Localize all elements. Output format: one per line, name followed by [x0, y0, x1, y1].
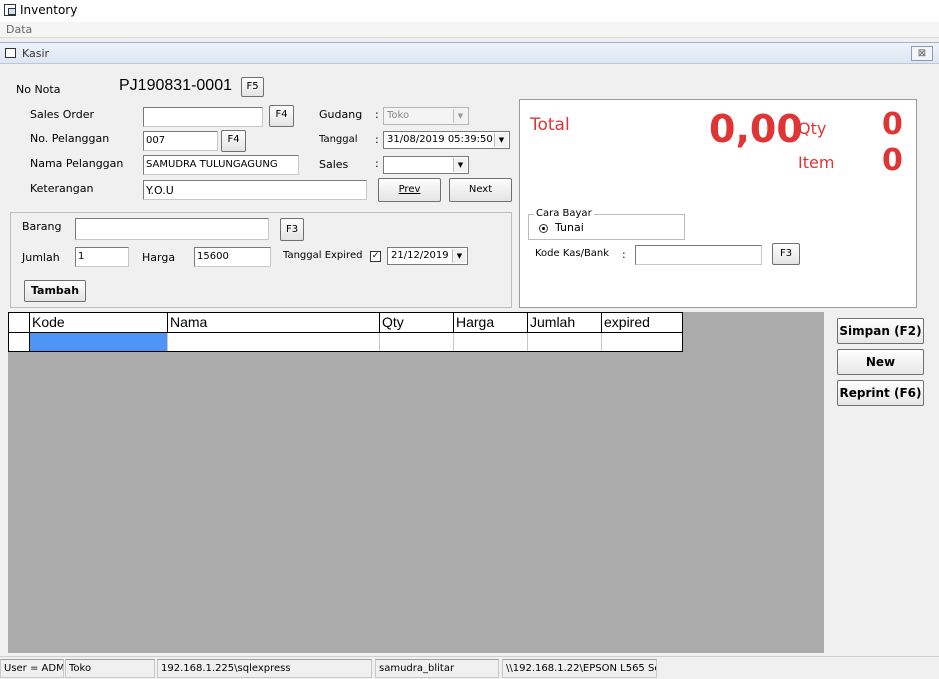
no-nota-label: No Nota	[16, 83, 61, 96]
grid-cell-nama[interactable]	[168, 333, 380, 351]
sales-order-label: Sales Order	[30, 108, 95, 121]
tanggal-expired-value: 21/12/2019	[391, 250, 449, 261]
tanggal-value: 31/08/2019 05:39:50	[387, 134, 493, 145]
column-header-kode[interactable]: Kode	[30, 313, 168, 333]
keterangan-label: Keterangan	[30, 182, 94, 195]
qty-label: Qty	[798, 119, 827, 138]
row-header-corner	[9, 313, 30, 333]
column-header-jumlah[interactable]: Jumlah	[528, 313, 602, 333]
no-nota-value: PJ190831-0001	[119, 77, 232, 94]
tunai-radio[interactable]	[539, 224, 548, 233]
gudang-label: Gudang	[319, 108, 363, 121]
sales-order-input[interactable]	[143, 107, 263, 127]
sales-label: Sales	[319, 158, 349, 171]
no-pelanggan-label: No. Pelanggan	[30, 132, 110, 145]
harga-label: Harga	[142, 251, 176, 264]
status-user: User = ADMIN	[0, 659, 64, 678]
grid-cell-qty[interactable]	[380, 333, 454, 351]
nama-pelanggan-input[interactable]: SAMUDRA TULUNGAGUNG	[143, 155, 299, 175]
jumlah-input[interactable]: 1	[75, 247, 129, 267]
kode-kas-colon: :	[622, 248, 626, 261]
kode-kas-input[interactable]	[635, 245, 762, 265]
f5-button[interactable]: F5	[241, 77, 264, 97]
grid-cell-kode[interactable]	[30, 333, 168, 351]
qty-value: 0	[882, 107, 903, 142]
barang-f3-button[interactable]: F3	[280, 218, 304, 241]
app-window-icon	[4, 4, 16, 16]
child-window-title: Kasir	[22, 47, 50, 60]
gudang-select-value: Toko	[387, 110, 410, 121]
prev-button[interactable]: Prev	[378, 178, 441, 202]
status-bar: User = ADMIN Toko 192.168.1.225\sqlexpre…	[0, 656, 939, 679]
chevron-down-icon: ▼	[452, 249, 466, 263]
grid-cell-harga[interactable]	[454, 333, 528, 351]
tanggal-datepicker[interactable]: 31/08/2019 05:39:50 ▼	[383, 131, 510, 149]
barang-label: Barang	[22, 220, 62, 233]
jumlah-label: Jumlah	[22, 251, 60, 264]
kode-kas-f3-button[interactable]: F3	[772, 243, 800, 265]
simpan-button[interactable]: Simpan (F2)	[837, 318, 924, 344]
no-pelanggan-f4-button[interactable]: F4	[221, 130, 246, 152]
tanggal-expired-datepicker[interactable]: 21/12/2019 ▼	[387, 247, 468, 265]
nama-pelanggan-label: Nama Pelanggan	[30, 157, 124, 170]
app-titlebar: Inventory	[0, 0, 939, 22]
status-database: samudra_blitar	[375, 659, 499, 678]
sales-order-f4-button[interactable]: F4	[269, 105, 294, 127]
harga-input[interactable]: 15600	[194, 247, 271, 267]
gudang-select[interactable]: Toko ▼	[383, 107, 469, 125]
grid-cell-jumlah[interactable]	[528, 333, 602, 351]
no-pelanggan-input[interactable]: 007	[143, 131, 218, 151]
item-value: 0	[882, 143, 903, 178]
total-value: 0,00	[709, 107, 803, 151]
tanggal-colon: :	[375, 133, 379, 146]
cara-bayar-group: Cara Bayar Tunai	[528, 208, 685, 240]
items-grid[interactable]: Kode Nama Qty Harga Jumlah expired	[8, 312, 683, 352]
chevron-down-icon: ▼	[453, 109, 467, 123]
new-button[interactable]: New	[837, 349, 924, 375]
tanggal-label: Tanggal	[319, 134, 358, 145]
total-panel: Total 0,00 Qty 0 Item 0	[519, 99, 917, 308]
close-child-button[interactable]: ⊠	[911, 46, 933, 61]
tanggal-expired-checkbox[interactable]: ✓	[370, 251, 381, 262]
tanggal-expired-label: Tanggal Expired	[283, 250, 363, 261]
keterangan-input[interactable]: Y.O.U	[143, 180, 367, 200]
status-gudang: Toko	[65, 659, 155, 678]
grid-background	[8, 312, 824, 653]
menu-bar: Data	[0, 22, 939, 38]
status-printer: \\192.168.1.22\EPSON L565 Series	[502, 659, 657, 678]
next-button[interactable]: Next	[449, 178, 512, 202]
child-window-titlebar: Kasir ⊠	[0, 42, 939, 64]
child-window-icon	[5, 48, 16, 58]
status-server: 192.168.1.225\sqlexpress	[157, 659, 372, 678]
chevron-down-icon: ▼	[494, 133, 508, 147]
column-header-harga[interactable]: Harga	[454, 313, 528, 333]
kode-kas-label: Kode Kas/Bank	[535, 248, 610, 259]
total-label: Total	[530, 115, 570, 135]
menu-item-data[interactable]: Data	[6, 23, 32, 36]
tambah-button[interactable]: Tambah	[24, 280, 86, 302]
gudang-colon: :	[375, 108, 379, 121]
app-title: Inventory	[20, 3, 78, 17]
barang-input[interactable]	[75, 218, 269, 240]
cara-bayar-legend: Cara Bayar	[534, 208, 594, 219]
column-header-qty[interactable]: Qty	[380, 313, 454, 333]
tunai-label: Tunai	[555, 221, 584, 234]
reprint-button[interactable]: Reprint (F6)	[837, 380, 924, 406]
column-header-expired[interactable]: expired	[602, 313, 682, 333]
chevron-down-icon: ▼	[453, 158, 467, 172]
sales-select[interactable]: ▼	[383, 156, 469, 174]
grid-cell-expired[interactable]	[602, 333, 682, 351]
column-header-nama[interactable]: Nama	[168, 313, 380, 333]
sales-colon: :	[375, 157, 379, 170]
kasir-form: No Nota PJ190831-0001 F5 Sales Order F4 …	[0, 64, 939, 656]
row-header[interactable]	[9, 333, 30, 351]
item-label: Item	[798, 153, 835, 172]
